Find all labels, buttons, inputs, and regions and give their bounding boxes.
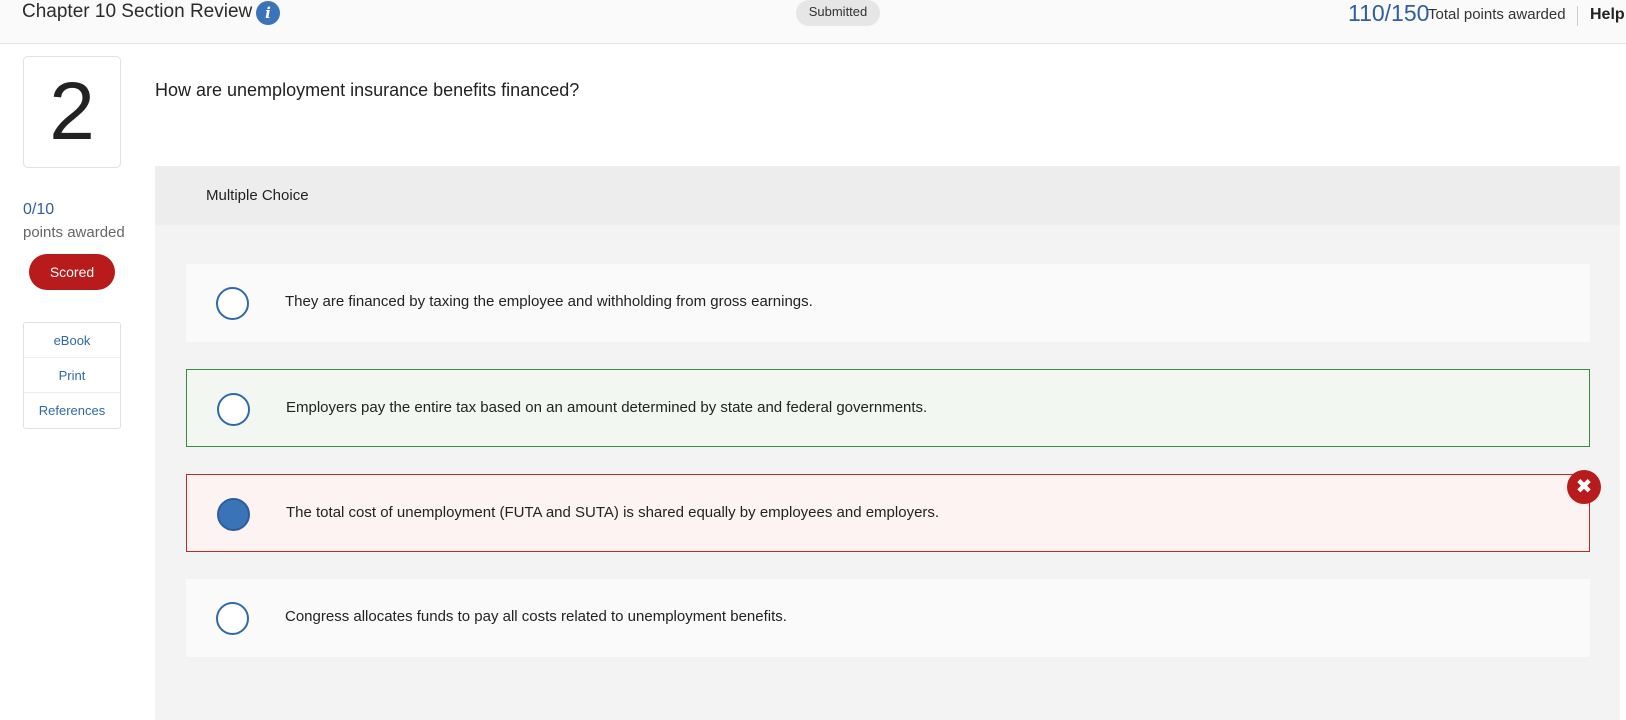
print-link[interactable]: Print xyxy=(24,358,120,393)
scored-badge: Scored xyxy=(29,254,115,290)
ebook-link[interactable]: eBook xyxy=(24,323,120,358)
question-points-value: 0/10 xyxy=(23,201,55,218)
submitted-status-badge: Submitted xyxy=(796,0,880,26)
radio-button-selected[interactable] xyxy=(217,498,250,531)
answer-option-4[interactable]: Congress allocates funds to pay all cost… xyxy=(186,579,1590,657)
multiple-choice-header: Multiple Choice xyxy=(155,166,1620,225)
radio-button[interactable] xyxy=(216,287,249,320)
radio-button[interactable] xyxy=(217,393,250,426)
answer-option-3-incorrect[interactable]: The total cost of unemployment (FUTA and… xyxy=(186,474,1590,552)
total-points-value: 110/150 xyxy=(1348,0,1430,26)
answer-option-label: Employers pay the entire tax based on an… xyxy=(286,399,928,416)
radio-button[interactable] xyxy=(216,602,249,635)
info-icon[interactable]: i xyxy=(256,1,280,25)
help-link[interactable]: Help xyxy=(1590,4,1625,26)
page-title: Chapter 10 Section Review xyxy=(22,1,253,22)
resource-links: eBook Print References xyxy=(23,322,121,429)
question-prompt: How are unemployment insurance benefits … xyxy=(155,80,580,100)
answer-option-1[interactable]: They are financed by taxing the employee… xyxy=(186,264,1590,342)
references-link[interactable]: References xyxy=(24,393,120,428)
total-points-label: Total points awarded xyxy=(1428,6,1566,23)
answer-option-2-correct[interactable]: Employers pay the entire tax based on an… xyxy=(186,369,1590,447)
answer-option-label: They are financed by taxing the employee… xyxy=(285,293,813,310)
multiple-choice-panel: Multiple Choice They are financed by tax… xyxy=(155,166,1620,720)
question-type-label: Multiple Choice xyxy=(206,187,309,204)
close-circle-icon: ✖ xyxy=(1567,470,1601,504)
header-divider xyxy=(1577,6,1578,26)
header-bar: Chapter 10 Section Review i Submitted 11… xyxy=(0,0,1626,44)
answer-option-label: Congress allocates funds to pay all cost… xyxy=(285,608,787,625)
answer-option-label: The total cost of unemployment (FUTA and… xyxy=(286,504,940,521)
question-number: 2 xyxy=(23,56,121,168)
question-points-label: points awarded xyxy=(23,224,125,241)
